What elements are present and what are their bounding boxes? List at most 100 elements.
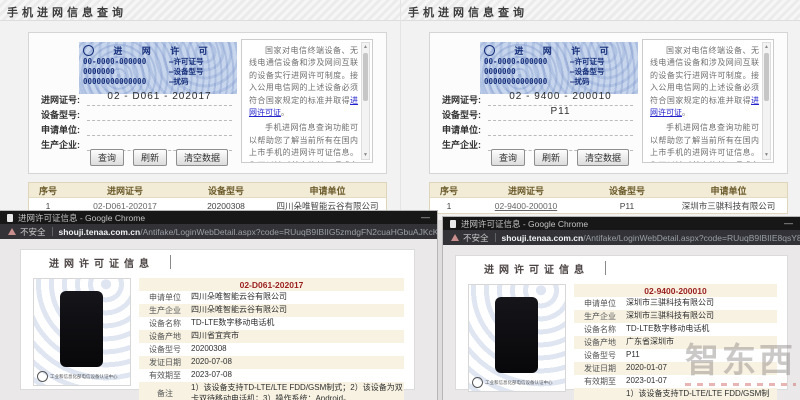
page-content: 进网许可证信息 工业和信息化部电信设备认证中心 02-D061-202017 申… xyxy=(0,239,437,400)
row-label: 设备型号 xyxy=(584,351,616,360)
not-secure-label: 不安全 xyxy=(463,232,489,243)
cert-number-row: 02-9400-200010 xyxy=(574,284,777,297)
col-model: 设备型号 xyxy=(608,185,645,196)
not-secure-label: 不安全 xyxy=(20,226,46,237)
info-p1-tail: 。 xyxy=(682,107,690,117)
url-divider xyxy=(51,227,53,236)
detail-row: 申请单位 深圳市三骐科技有限公司 xyxy=(574,297,777,310)
page-favicon xyxy=(7,213,13,222)
row-value: 四川省宜宾市 xyxy=(191,331,239,341)
cell-applicant: 四川朵唯智能云谷有限公司 xyxy=(276,200,379,211)
not-secure-warning-icon xyxy=(451,234,459,241)
url-host: shouji.tenaa.com.cn xyxy=(58,226,141,237)
refresh-button[interactable]: 刷新 xyxy=(132,149,167,166)
window-title: 进网许可证信息 - Google Chrome xyxy=(18,212,146,223)
applicant-input[interactable] xyxy=(488,121,633,136)
row-value: P11 xyxy=(626,350,640,360)
license-number-value: 02 - D061 - 202017 xyxy=(107,91,212,102)
applicant-field-label: 申请单位: xyxy=(442,125,481,135)
applicant-field-label: 申请单位: xyxy=(41,125,80,135)
cert-number-row: 02-D061-202017 xyxy=(139,278,404,291)
clear-button[interactable]: 清空数据 xyxy=(176,149,229,166)
row-label: 申请单位 xyxy=(149,293,181,302)
detail-row: 设备型号 P11 xyxy=(574,349,777,362)
scroll-down-icon[interactable]: ▼ xyxy=(362,151,369,159)
detail-page-heading: 进网许可证信息 xyxy=(484,264,589,276)
detail-page-heading: 进网许可证信息 xyxy=(49,258,154,270)
scrollbar-thumb[interactable] xyxy=(764,53,769,101)
col-index: 序号 xyxy=(38,185,57,196)
info-paragraph-2: 手机进网信息查询功能可以帮助您了解当前所有在国内上市手机的进网许可证信息。您可以… xyxy=(650,123,759,162)
row-value: 20200308 xyxy=(191,344,227,354)
not-secure-warning-icon xyxy=(8,228,16,235)
scrollbar[interactable]: ▲ ▼ xyxy=(762,42,771,160)
address-bar[interactable]: 不安全 shouji.tenaa.com.cn/Antifake/LoginWe… xyxy=(443,230,800,245)
stamp-model-mask: 0000000 xyxy=(83,67,115,77)
license-result-link[interactable]: 02-9400-200010 xyxy=(495,201,557,211)
url-path: /Antifake/LoginWebDetail.aspx?code=RUuqB… xyxy=(583,232,800,243)
model-input[interactable] xyxy=(87,106,232,121)
chrome-window-left: 进网许可证信息 - Google Chrome — 不安全 shouji.ten… xyxy=(0,211,437,400)
applicant-input[interactable] xyxy=(87,121,232,136)
row-label: 备注 xyxy=(157,389,173,399)
address-bar[interactable]: 不安全 shouji.tenaa.com.cn/Antifake/LoginWe… xyxy=(0,224,437,239)
row-label: 生产企业 xyxy=(584,312,616,321)
scrollbar-thumb[interactable] xyxy=(363,53,368,101)
detail-row: 设备产地 广东省深圳市 xyxy=(574,336,777,349)
row-value: 深圳市三骐科技有限公司 xyxy=(626,298,714,308)
license-stamp-image: 进 网 许 可 00-0000-000000 —许可证号 0000000 —设备型号… xyxy=(79,42,237,94)
refresh-button[interactable]: 刷新 xyxy=(533,149,568,166)
cell-applicant: 深圳市三骐科技有限公司 xyxy=(681,200,776,211)
certification-center-logo-icon xyxy=(37,371,48,382)
row-value: 2020-07-08 xyxy=(191,357,232,367)
info-p1-tail: 。 xyxy=(281,107,289,117)
license-number-input[interactable]: 02 - D061 - 202017 xyxy=(87,91,232,106)
model-input[interactable]: P11 xyxy=(488,106,633,121)
row-label: 发证日期 xyxy=(149,358,181,367)
info-p1-text: 国家对电信终端设备、无线电通信设备和涉及网间互联的设备实行进网许可制度。接入公用… xyxy=(650,46,759,105)
url-path: /Antifake/LoginWebDetail.aspx?code=RUuqB… xyxy=(140,226,437,237)
info-paragraph-2: 手机进网信息查询功能可以帮助您了解当前所有在国内上市手机的进网许可证信息。您可以… xyxy=(249,123,358,162)
scroll-up-icon[interactable]: ▲ xyxy=(362,43,369,51)
scroll-up-icon[interactable]: ▲ xyxy=(763,43,770,51)
scroll-down-icon[interactable]: ▼ xyxy=(763,151,770,159)
scrollbar[interactable]: ▲ ▼ xyxy=(361,42,370,160)
window-titlebar[interactable]: 进网许可证信息 - Google Chrome — xyxy=(0,211,437,224)
page-content: 进网许可证信息 工业和信息化部电信设备认证中心 02-9400-200010 申… xyxy=(443,245,800,400)
search-button[interactable]: 查询 xyxy=(89,149,124,166)
search-button[interactable]: 查询 xyxy=(490,149,525,166)
stamp-model-mask: 0000000 xyxy=(484,67,516,77)
col-index: 序号 xyxy=(439,185,458,196)
row-label: 设备名称 xyxy=(584,325,616,334)
stamp-model-label: —设备型号 xyxy=(169,67,204,77)
info-p1-text: 国家对电信终端设备、无线电通信设备和涉及网间互联的设备实行进网许可制度。接入公用… xyxy=(249,46,358,105)
col-applicant: 申请单位 xyxy=(309,185,346,196)
detail-row: 发证日期 2020-01-07 xyxy=(574,362,777,375)
certification-center-logo-icon xyxy=(472,377,483,388)
query-form-box: 进 网 许 可 00-0000-000000 —许可证号 0000000 —设备型号… xyxy=(28,32,387,174)
url-divider xyxy=(494,233,496,242)
table-header-row: 序号 进网证号 设备型号 申请单位 xyxy=(430,183,787,198)
detail-row-remark: 备注1）该设备支持TD-LTE/LTE FDD/GSM制式；2）该设备为双卡双待… xyxy=(574,388,777,400)
query-form-box: 进 网 许 可 00-0000-000000 —许可证号 0000000 —设备型号… xyxy=(429,32,788,174)
stamp-emblem-icon xyxy=(484,45,495,56)
heading-divider xyxy=(605,261,606,275)
license-stamp-image: 进 网 许 可 00-0000-000000 —许可证号 0000000 —设备型号… xyxy=(480,42,638,94)
cell-model: P11 xyxy=(619,200,635,211)
minimize-button[interactable]: — xyxy=(421,213,430,222)
minimize-button[interactable]: — xyxy=(784,219,793,228)
license-detail-card: 进网许可证信息 工业和信息化部电信设备认证中心 02-D061-202017 申… xyxy=(20,249,415,400)
model-field-label: 设备型号: xyxy=(41,110,80,120)
license-result-link[interactable]: 02-D061-202017 xyxy=(93,201,157,211)
clear-button[interactable]: 清空数据 xyxy=(577,149,630,166)
photo-caption: 工业和信息化部电信设备认证中心 xyxy=(50,373,118,379)
license-number-input[interactable]: 02 - 9400 - 200010 xyxy=(488,91,633,106)
stamp-model-label: —设备型号 xyxy=(570,67,605,77)
detail-row: 申请单位 四川朵唯智能云谷有限公司 xyxy=(139,291,404,304)
window-titlebar[interactable]: 进网许可证信息 - Google Chrome — xyxy=(443,217,800,230)
stamp-scramble-label: —扰码 xyxy=(169,77,189,87)
row-value: TD-LTE数字移动电话机 xyxy=(191,318,275,328)
page-title: 手机进网信息查询 xyxy=(7,7,127,19)
detail-table: 02-9400-200010 申请单位 深圳市三骐科技有限公司 生产企业 深圳市三骐… xyxy=(574,284,777,400)
stamp-emblem-icon xyxy=(83,45,94,56)
